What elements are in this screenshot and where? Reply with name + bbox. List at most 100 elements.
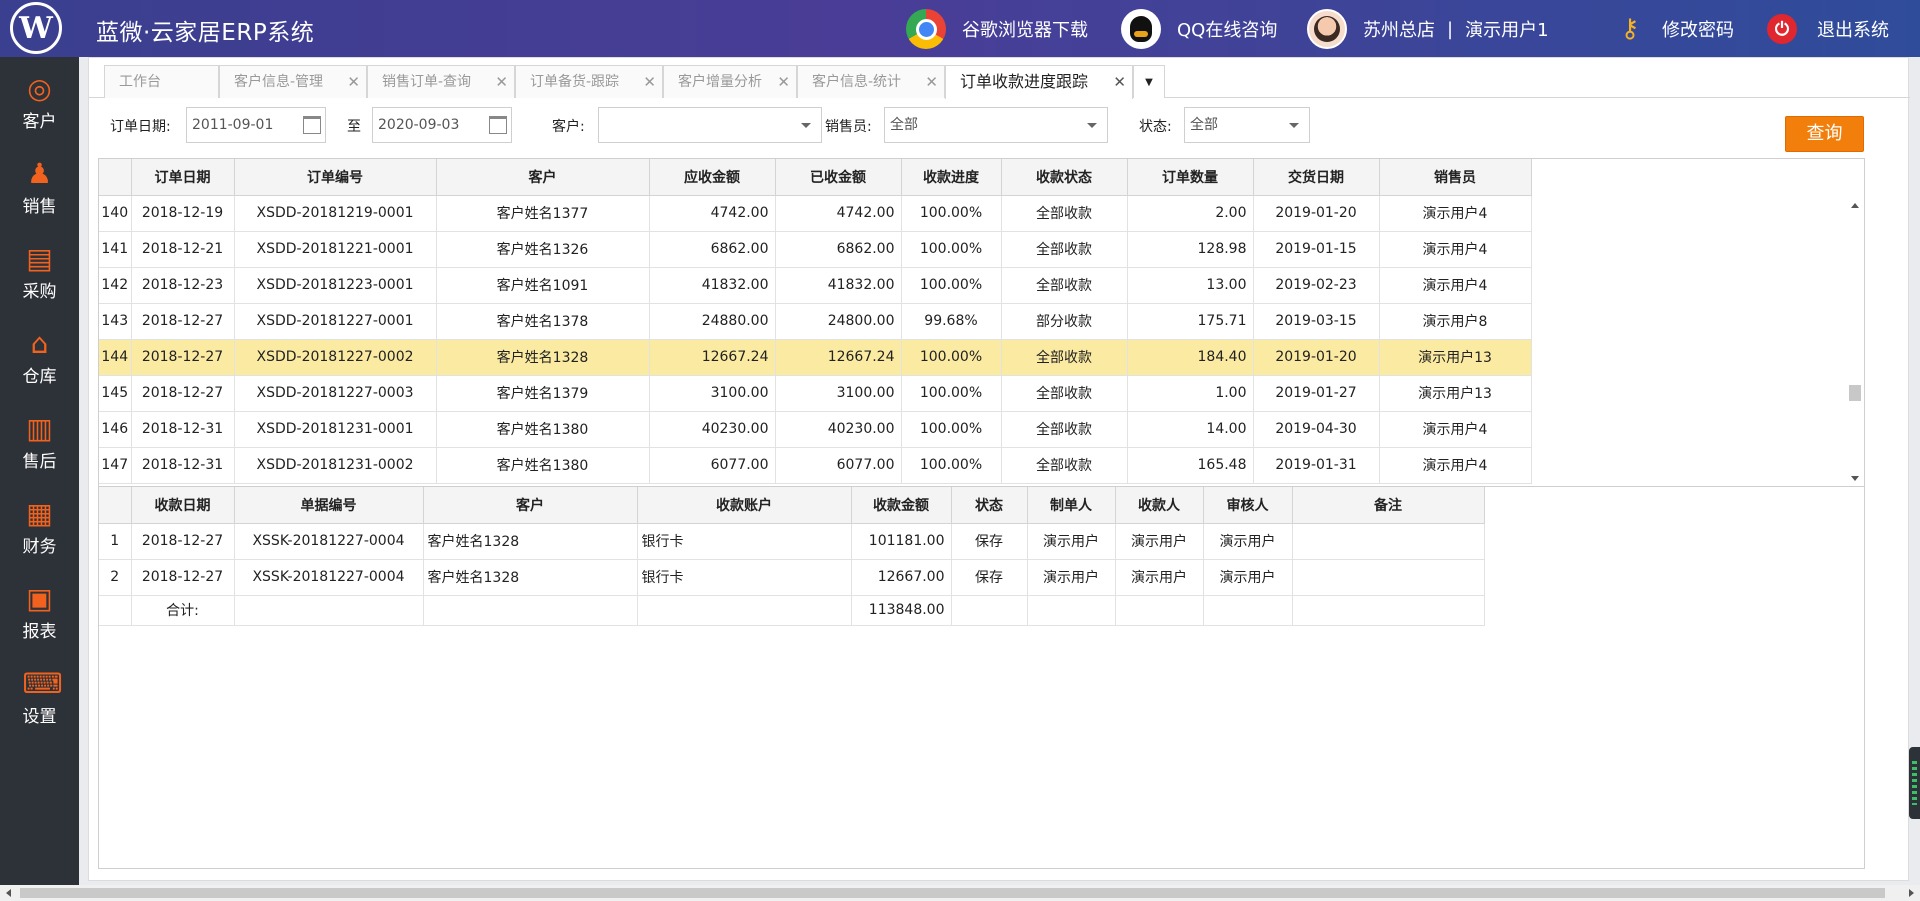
column-header[interactable]: 备注	[1292, 487, 1485, 524]
filter-bar: 订单日期: 2011-09-01 至 2020-09-03 客户: 销售员: 全…	[89, 104, 1910, 146]
date-to-field[interactable]: 2020-09-03	[372, 107, 512, 143]
scroll-thumb[interactable]	[20, 888, 1885, 898]
tab-more-dropdown[interactable]: ▼	[1133, 65, 1165, 98]
column-header[interactable]: 制单人	[1027, 487, 1116, 524]
order-date-cell: 2018-12-27	[131, 375, 235, 412]
chrome-download-link[interactable]: 谷歌浏览器下载	[906, 9, 1088, 49]
sidebar-item-reports[interactable]: ▣ 报表	[0, 574, 79, 644]
column-header[interactable]: 交货日期	[1253, 159, 1380, 196]
sidebar-item-finance[interactable]: ▦ 财务	[0, 489, 79, 559]
column-header[interactable]: 客户	[423, 487, 638, 524]
delivery-cell: 2019-01-20	[1253, 195, 1380, 232]
tab-order-receipt-progress[interactable]: 订单收款进度跟踪 ✕	[945, 65, 1133, 99]
salesperson-select[interactable]: 全部	[884, 107, 1108, 143]
tab-customer-info-manage[interactable]: 客户信息-管理 ✕	[219, 65, 367, 98]
column-header[interactable]: 收款进度	[901, 159, 1002, 196]
sidebar-item-customer[interactable]: ◎ 客户	[0, 64, 79, 134]
table-row[interactable]: 1 2018-12-27 XSSK-20181227-0004 客户姓名1328…	[99, 523, 1485, 560]
scroll-thumb[interactable]	[1849, 385, 1861, 401]
calendar-icon[interactable]	[489, 116, 507, 134]
qq-consult-link[interactable]: QQ在线咨询	[1121, 9, 1277, 49]
close-icon[interactable]: ✕	[643, 66, 656, 98]
column-header[interactable]: 收款状态	[1001, 159, 1128, 196]
status-select[interactable]: 全部	[1184, 107, 1310, 143]
status-cell: 全部收款	[1001, 411, 1128, 448]
calendar-icon[interactable]	[303, 116, 321, 134]
close-icon[interactable]: ✕	[1113, 66, 1126, 98]
column-header[interactable]: 销售员	[1379, 159, 1532, 196]
table-row[interactable]: 143 2018-12-27 XSDD-20181227-0001 客户姓名13…	[99, 303, 1532, 340]
column-header[interactable]: 收款人	[1115, 487, 1204, 524]
horizontal-scrollbar[interactable]	[0, 885, 1920, 901]
delivery-cell: 2019-01-15	[1253, 231, 1380, 268]
customer-select[interactable]	[598, 107, 822, 143]
qq-consult-label: QQ在线咨询	[1177, 20, 1278, 41]
close-icon[interactable]: ✕	[347, 66, 360, 98]
orders-vertical-scrollbar[interactable]	[1846, 195, 1864, 487]
column-header[interactable]: 审核人	[1203, 487, 1293, 524]
avatar	[1307, 9, 1347, 49]
column-header[interactable]: 收款账户	[637, 487, 852, 524]
column-header[interactable]: 已收金额	[775, 159, 902, 196]
sidebar-item-settings[interactable]: ⌨ 设置	[0, 659, 79, 729]
close-icon[interactable]: ✕	[925, 66, 938, 98]
header-separator: |	[1447, 18, 1454, 40]
order-date-cell: 2018-12-23	[131, 267, 235, 304]
sidebar-item-purchase[interactable]: ▤ 采购	[0, 234, 79, 304]
maker-cell: 演示用户	[1027, 559, 1116, 596]
scroll-down-icon[interactable]	[1851, 476, 1859, 481]
tab-customer-growth[interactable]: 客户增量分析 ✕	[663, 65, 797, 98]
sidebar-item-label: 设置	[22, 707, 57, 727]
row-number: 1	[99, 523, 132, 560]
scroll-right-icon[interactable]	[1909, 889, 1914, 897]
column-header[interactable]: 订单编号	[234, 159, 437, 196]
column-header[interactable]: 订单数量	[1127, 159, 1254, 196]
customer-cell: 客户姓名1379	[436, 375, 650, 412]
column-header[interactable]: 收款日期	[131, 487, 235, 524]
row-number: 2	[99, 559, 132, 596]
table-row[interactable]: 141 2018-12-21 XSDD-20181221-0001 客户姓名13…	[99, 231, 1532, 268]
sidebar: ◎ 客户 ♟ 销售 ▤ 采购 ⌂ 仓库 ▥ 售后 ▦ 财务 ▣ 报表 ⌨ 设置	[0, 57, 79, 901]
close-icon[interactable]: ✕	[495, 66, 508, 98]
sidebar-item-warehouse[interactable]: ⌂ 仓库	[0, 319, 79, 389]
row-number: 141	[99, 231, 132, 268]
column-header[interactable]: 客户	[436, 159, 650, 196]
tab-sales-order-query[interactable]: 销售订单-查询 ✕	[367, 65, 515, 98]
empty-cell	[234, 595, 424, 626]
status-cell: 保存	[951, 559, 1028, 596]
chrome-icon	[906, 9, 946, 49]
orders-grid: 订单日期 订单编号 客户 应收金额 已收金额 收款进度 收款状态 订单数量 交货…	[98, 158, 1865, 488]
column-header[interactable]: 状态	[951, 487, 1028, 524]
date-from-field[interactable]: 2011-09-01	[186, 107, 326, 143]
column-header[interactable]: 单据编号	[234, 487, 424, 524]
scroll-left-icon[interactable]	[6, 889, 11, 897]
table-row[interactable]: 145 2018-12-27 XSDD-20181227-0003 客户姓名13…	[99, 375, 1532, 412]
table-row[interactable]: 142 2018-12-23 XSDD-20181223-0001 客户姓名10…	[99, 267, 1532, 304]
tab-label: 订单备货-跟踪	[530, 74, 620, 90]
column-header[interactable]: 应收金额	[649, 159, 776, 196]
logout-link[interactable]: ⏻ 退出系统	[1767, 9, 1889, 49]
row-number-header	[99, 487, 132, 524]
sidebar-item-label: 销售	[22, 197, 57, 217]
change-password-link[interactable]: ⚷ 修改密码	[1616, 9, 1734, 49]
scroll-up-icon[interactable]	[1851, 203, 1859, 208]
sidebar-item-after-sales[interactable]: ▥ 售后	[0, 404, 79, 474]
column-header[interactable]: 订单日期	[131, 159, 235, 196]
total-amount: 113848.00	[851, 595, 952, 626]
sidebar-item-sales[interactable]: ♟ 销售	[0, 149, 79, 219]
close-icon[interactable]: ✕	[777, 66, 790, 98]
tab-customer-info-stats[interactable]: 客户信息-统计 ✕	[797, 65, 945, 98]
tab-workbench[interactable]: 工作台	[104, 65, 219, 98]
keyboard-icon: ⌨	[22, 667, 63, 700]
table-row[interactable]: 147 2018-12-31 XSDD-20181231-0002 客户姓名13…	[99, 447, 1532, 484]
query-button[interactable]: 查询	[1785, 116, 1864, 152]
column-header[interactable]: 收款金额	[851, 487, 952, 524]
table-row[interactable]: 144 2018-12-27 XSDD-20181227-0002 客户姓名13…	[99, 339, 1532, 376]
tab-label: 客户信息-统计	[812, 74, 902, 90]
table-row[interactable]: 140 2018-12-19 XSDD-20181219-0001 客户姓名13…	[99, 195, 1532, 232]
side-widget[interactable]	[1909, 747, 1920, 819]
orders-header-row: 订单日期 订单编号 客户 应收金额 已收金额 收款进度 收款状态 订单数量 交货…	[99, 159, 1532, 196]
table-row[interactable]: 146 2018-12-31 XSDD-20181231-0001 客户姓名13…	[99, 411, 1532, 448]
table-row[interactable]: 2 2018-12-27 XSSK-20181227-0004 客户姓名1328…	[99, 559, 1485, 596]
tab-order-stock-track[interactable]: 订单备货-跟踪 ✕	[515, 65, 663, 98]
